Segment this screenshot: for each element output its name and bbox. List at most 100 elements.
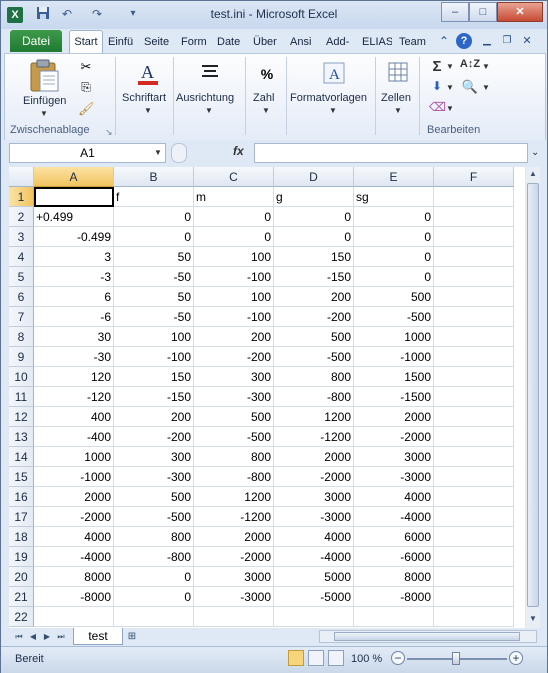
paste-dropdown-icon[interactable]: ▼ bbox=[40, 109, 48, 118]
grid-cell[interactable]: -4000 bbox=[34, 547, 114, 567]
grid-cell[interactable]: 1000 bbox=[34, 447, 114, 467]
grid-cell[interactable]: -300 bbox=[194, 387, 274, 407]
grid-cell[interactable]: 0 bbox=[114, 207, 194, 227]
grid-cell[interactable]: -0.499 bbox=[34, 227, 114, 247]
help-icon[interactable]: ? bbox=[456, 33, 472, 49]
grid-cell[interactable]: -2000 bbox=[34, 507, 114, 527]
grid-cell[interactable]: +0.499 bbox=[34, 207, 114, 227]
grid-cell[interactable]: -500 bbox=[194, 427, 274, 447]
tab-start[interactable]: Start bbox=[69, 30, 103, 54]
row-header[interactable]: 10 bbox=[9, 367, 34, 387]
grid-cell[interactable]: -2000 bbox=[274, 467, 354, 487]
row-header[interactable]: 2 bbox=[9, 207, 34, 227]
formula-input[interactable] bbox=[254, 143, 528, 163]
previous-sheet-icon[interactable]: ◀ bbox=[27, 630, 39, 643]
grid-cell[interactable]: -1000 bbox=[354, 347, 434, 367]
grid-cell[interactable] bbox=[434, 187, 514, 207]
grid-cell[interactable]: 0 bbox=[354, 227, 434, 247]
grid-cell[interactable]: 2000 bbox=[194, 527, 274, 547]
normal-view-icon[interactable] bbox=[288, 650, 304, 666]
sort-filter-icon[interactable]: A↕Z bbox=[458, 57, 482, 77]
grid-cell[interactable]: 120 bbox=[34, 367, 114, 387]
clear-icon[interactable]: ⌫ bbox=[428, 99, 446, 119]
scroll-up-icon[interactable]: ▲ bbox=[526, 167, 540, 181]
row-header[interactable]: 13 bbox=[9, 427, 34, 447]
grid-cell[interactable]: 500 bbox=[194, 407, 274, 427]
clear-dropdown-icon[interactable]: ▼ bbox=[446, 104, 454, 113]
column-header-f[interactable]: F bbox=[434, 167, 514, 187]
styles-dropdown-icon[interactable]: ▼ bbox=[329, 106, 337, 115]
grid-cell[interactable]: 300 bbox=[194, 367, 274, 387]
grid-cell[interactable]: -50 bbox=[114, 267, 194, 287]
grid-cell[interactable]: 800 bbox=[114, 527, 194, 547]
horizontal-scroll-thumb[interactable] bbox=[334, 632, 520, 641]
row-header[interactable]: 15 bbox=[9, 467, 34, 487]
grid-cell[interactable] bbox=[114, 607, 194, 627]
tab-ueberpruefen[interactable]: Über bbox=[253, 33, 281, 51]
grid-cell[interactable]: 150 bbox=[274, 247, 354, 267]
grid-cell[interactable] bbox=[434, 227, 514, 247]
row-header[interactable]: 19 bbox=[9, 547, 34, 567]
vertical-scrollbar[interactable]: ▲ ▼ bbox=[526, 167, 540, 628]
fill-icon[interactable]: ⬇ bbox=[428, 78, 446, 98]
grid-cell[interactable] bbox=[434, 427, 514, 447]
grid-cell[interactable]: -100 bbox=[194, 307, 274, 327]
grid-cell[interactable]: 8000 bbox=[354, 567, 434, 587]
grid-cell[interactable]: 0 bbox=[354, 247, 434, 267]
page-break-view-icon[interactable] bbox=[328, 650, 344, 666]
grid-cell[interactable]: 5000 bbox=[274, 567, 354, 587]
grid-cell[interactable] bbox=[434, 267, 514, 287]
grid-cell[interactable]: 0 bbox=[354, 267, 434, 287]
column-header-d[interactable]: D bbox=[274, 167, 354, 187]
formula-bar-expand-handle-icon[interactable] bbox=[171, 143, 187, 163]
font-icon[interactable]: A bbox=[135, 60, 161, 90]
grid-cell[interactable]: 50 bbox=[114, 247, 194, 267]
name-box[interactable]: A1 bbox=[9, 143, 166, 163]
window-restore-icon[interactable]: ❐ bbox=[499, 33, 515, 49]
number-label[interactable]: Zahl bbox=[253, 92, 274, 104]
window-close-icon[interactable]: ✕ bbox=[519, 33, 535, 49]
row-header[interactable]: 20 bbox=[9, 567, 34, 587]
grid-cell[interactable]: -4000 bbox=[274, 547, 354, 567]
grid-cell[interactable]: 0 bbox=[354, 207, 434, 227]
first-sheet-icon[interactable]: ⏮ bbox=[13, 630, 25, 643]
vertical-scroll-thumb[interactable] bbox=[527, 183, 539, 607]
grid-cell[interactable] bbox=[434, 527, 514, 547]
grid-cell[interactable]: 0 bbox=[274, 207, 354, 227]
grid-cell[interactable]: 500 bbox=[274, 327, 354, 347]
column-header-c[interactable]: C bbox=[194, 167, 274, 187]
expand-formula-bar-icon[interactable]: ⌄ bbox=[531, 147, 539, 158]
grid-cell[interactable] bbox=[434, 367, 514, 387]
find-select-dropdown-icon[interactable]: ▼ bbox=[482, 83, 490, 92]
grid-cell[interactable]: -150 bbox=[274, 267, 354, 287]
grid-cell[interactable]: 0 bbox=[114, 567, 194, 587]
grid-cell[interactable]: g bbox=[274, 187, 354, 207]
alignment-label[interactable]: Ausrichtung bbox=[176, 92, 234, 104]
page-layout-view-icon[interactable] bbox=[308, 650, 324, 666]
grid-cell[interactable]: 1200 bbox=[274, 407, 354, 427]
grid-cell[interactable]: -800 bbox=[194, 467, 274, 487]
grid-cell[interactable]: 0 bbox=[274, 227, 354, 247]
row-header[interactable]: 1 bbox=[9, 187, 34, 207]
grid-cell[interactable]: -3000 bbox=[194, 587, 274, 607]
next-sheet-icon[interactable]: ▶ bbox=[41, 630, 53, 643]
zoom-slider[interactable] bbox=[407, 652, 507, 665]
tab-ansicht[interactable]: Ansi bbox=[290, 33, 318, 51]
zoom-level[interactable]: 100 % bbox=[351, 653, 382, 665]
minimize-ribbon-icon[interactable]: ⌃ bbox=[436, 33, 452, 49]
format-painter-icon[interactable]: 🖌 bbox=[77, 100, 95, 118]
cells-dropdown-icon[interactable]: ▼ bbox=[394, 106, 402, 115]
row-header[interactable]: 18 bbox=[9, 527, 34, 547]
active-cell[interactable] bbox=[34, 187, 114, 207]
grid-cell[interactable]: 100 bbox=[194, 247, 274, 267]
styles-label[interactable]: Formatvorlagen bbox=[290, 92, 367, 104]
alignment-icon[interactable] bbox=[198, 62, 222, 86]
grid-cell[interactable]: 800 bbox=[194, 447, 274, 467]
row-header[interactable]: 7 bbox=[9, 307, 34, 327]
grid-cell[interactable] bbox=[434, 607, 514, 627]
grid-cell[interactable]: m bbox=[194, 187, 274, 207]
grid-cell[interactable]: -6 bbox=[34, 307, 114, 327]
grid-cell[interactable]: 30 bbox=[34, 327, 114, 347]
row-header[interactable]: 3 bbox=[9, 227, 34, 247]
grid-cell[interactable]: -800 bbox=[274, 387, 354, 407]
